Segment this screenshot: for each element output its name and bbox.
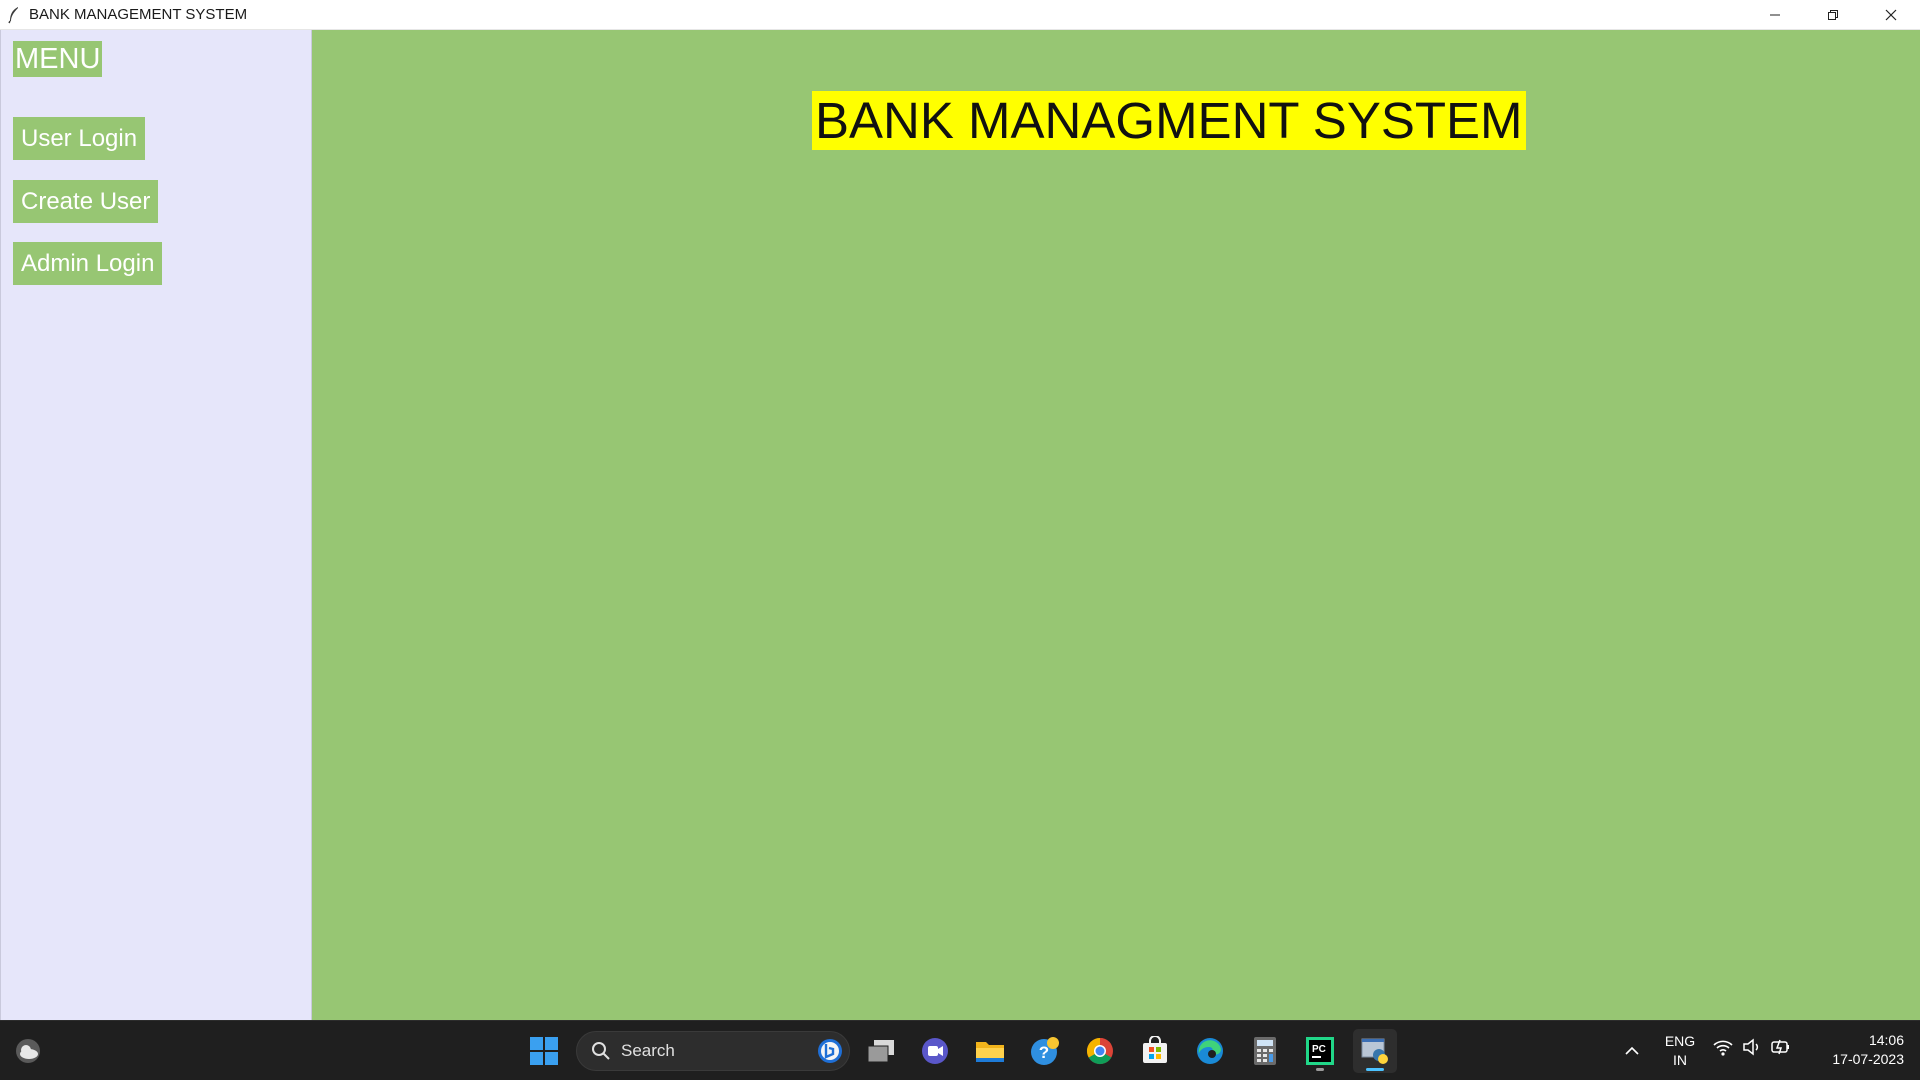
taskbar-file-explorer[interactable] — [968, 1029, 1012, 1073]
weather-widget[interactable] — [6, 1029, 50, 1073]
admin-login-button[interactable]: Admin Login — [13, 242, 163, 285]
meet-icon — [922, 1038, 948, 1064]
python-app-icon — [1361, 1038, 1388, 1064]
language-code: ENG — [1664, 1033, 1696, 1049]
clock[interactable]: 14:06 17-07-2023 — [1810, 1031, 1904, 1069]
restore-icon — [1828, 9, 1838, 20]
pycharm-icon: PC — [1306, 1037, 1334, 1065]
clock-date: 17-07-2023 — [1832, 1051, 1904, 1067]
main-heading: BANK MANAGMENT SYSTEM — [812, 91, 1526, 150]
taskbar-store[interactable] — [1133, 1029, 1177, 1073]
taskbar: Search ? PC ENG IN 14:06 17-07-2023 — [0, 1020, 1920, 1080]
task-view-icon — [867, 1040, 894, 1063]
search-icon — [592, 1042, 610, 1060]
svg-text:?: ? — [1039, 1043, 1049, 1062]
weather-icon — [16, 1039, 40, 1063]
active-indicator — [1366, 1068, 1384, 1071]
chrome-icon — [1086, 1037, 1113, 1065]
close-icon — [1885, 9, 1897, 20]
battery-icon — [1771, 1039, 1789, 1055]
menu-label: MENU — [13, 41, 103, 77]
clock-time: 14:06 — [1868, 1032, 1904, 1048]
help-icon: ? — [1031, 1037, 1059, 1065]
taskbar-calculator[interactable] — [1243, 1029, 1287, 1073]
search-label: Search — [621, 1041, 675, 1060]
sidebar-menu: MENU User Login Create User Admin Login — [0, 30, 312, 1020]
calculator-icon — [1254, 1037, 1276, 1065]
bing-icon — [818, 1039, 842, 1063]
taskbar-task-view[interactable] — [859, 1029, 903, 1073]
app-window: BANK MANAGEMENT SYSTEM MENU User Login C… — [0, 0, 1920, 1020]
user-login-button[interactable]: User Login — [13, 117, 146, 160]
store-icon — [1143, 1036, 1167, 1063]
restore-button[interactable] — [1804, 0, 1862, 29]
chevron-up-icon — [1625, 1046, 1639, 1055]
taskbar-help[interactable]: ? — [1023, 1029, 1067, 1073]
running-indicator — [1316, 1068, 1324, 1071]
start-button[interactable] — [522, 1029, 566, 1073]
minimize-icon — [1770, 14, 1780, 15]
show-hidden-icons-button[interactable] — [1610, 1029, 1654, 1073]
taskbar-search[interactable]: Search — [576, 1031, 850, 1071]
edge-icon — [1197, 1038, 1223, 1064]
taskbar-meet[interactable] — [913, 1029, 957, 1073]
taskbar-chrome[interactable] — [1078, 1029, 1122, 1073]
wifi-icon — [1713, 1040, 1733, 1056]
title-bar[interactable]: BANK MANAGEMENT SYSTEM — [0, 0, 1920, 30]
window-controls — [1746, 0, 1920, 29]
taskbar-python-app[interactable] — [1353, 1029, 1397, 1073]
file-explorer-icon — [976, 1042, 1004, 1062]
svg-text:PC: PC — [1312, 1044, 1326, 1055]
minimize-button[interactable] — [1746, 0, 1804, 29]
feather-icon — [6, 6, 22, 24]
quick-settings[interactable] — [1712, 1037, 1792, 1057]
language-indicator[interactable]: ENG IN — [1656, 1032, 1704, 1070]
taskbar-pycharm[interactable]: PC — [1298, 1029, 1342, 1073]
window-title: BANK MANAGEMENT SYSTEM — [29, 6, 248, 23]
create-user-button[interactable]: Create User — [13, 180, 159, 223]
volume-icon — [1743, 1038, 1759, 1056]
taskbar-edge[interactable] — [1188, 1029, 1232, 1073]
windows-start-icon — [530, 1037, 558, 1065]
region-code: IN — [1673, 1052, 1687, 1068]
close-button[interactable] — [1862, 0, 1920, 29]
